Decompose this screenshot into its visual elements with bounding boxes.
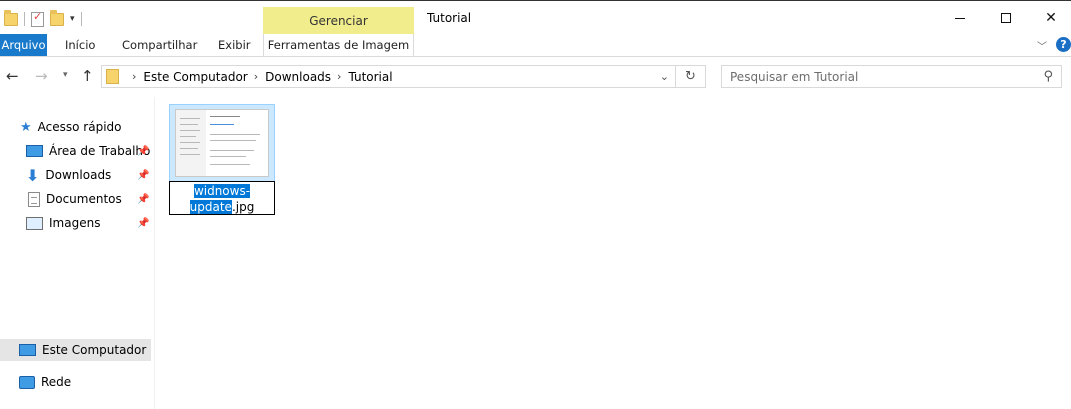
recent-locations-icon[interactable]: ▾ [63, 70, 68, 80]
window-title: Tutorial [427, 11, 472, 25]
refresh-icon: ↻ [685, 69, 696, 84]
search-input[interactable]: Pesquisar em Tutorial ⚲ [721, 65, 1062, 88]
download-arrow-icon: ⬇ [26, 165, 40, 185]
navigation-pane: ★ Acesso rápido Área de Trabalho 📌 ⬇ Dow… [0, 97, 155, 409]
desktop-icon [26, 145, 43, 157]
navigation-bar: ← → ▾ ↑ › Este Computador › Downloads › … [0, 57, 1071, 97]
filename-selected: update [189, 200, 232, 214]
sidebar-item-this-pc[interactable]: Este Computador [0, 339, 151, 361]
close-button[interactable]: ✕ [1028, 5, 1071, 31]
pin-icon: 📌 [137, 218, 150, 229]
breadcrumb: › Este Computador › Downloads › Tutorial [126, 66, 393, 87]
sidebar-item-pictures[interactable]: Imagens [26, 212, 100, 234]
help-icon[interactable]: ? [1056, 37, 1071, 52]
sidebar-item-label: Imagens [49, 216, 101, 230]
sidebar-item-label: Documentos [46, 192, 122, 206]
search-placeholder: Pesquisar em Tutorial [730, 70, 859, 84]
toolbar-separator [80, 12, 82, 26]
sidebar-item-label: Downloads [45, 168, 112, 182]
close-icon: ✕ [1045, 10, 1057, 26]
image-thumbnail[interactable] [169, 104, 275, 182]
ribbon-tabs: Arquivo Início Compartilhar Exibir Ferra… [0, 34, 1071, 57]
sidebar-item-network[interactable]: Rede [19, 371, 71, 393]
filename-line1: widnows- [193, 184, 251, 198]
pin-icon: 📌 [137, 194, 150, 205]
breadcrumb-this-pc[interactable]: Este Computador [143, 70, 247, 84]
star-icon: ★ [20, 119, 32, 135]
sidebar-item-label: Rede [41, 375, 72, 389]
sidebar-item-label: Este Computador [42, 343, 147, 357]
toolbar-separator [24, 12, 25, 26]
tab-file[interactable]: Arquivo [0, 34, 47, 56]
search-icon: ⚲ [1043, 69, 1053, 84]
minimize-icon [955, 17, 965, 19]
chevron-right-icon: › [132, 70, 137, 83]
rename-field[interactable]: widnows- update.jpg [169, 181, 275, 215]
chevron-down-icon[interactable]: ⌄ [660, 70, 669, 83]
sidebar-item-quick-access[interactable]: ★ Acesso rápido [20, 116, 122, 138]
new-folder-icon[interactable] [50, 9, 64, 26]
tab-view[interactable]: Exibir [218, 34, 251, 56]
file-item[interactable]: widnows- update.jpg [169, 104, 275, 216]
expand-ribbon-icon[interactable]: ﹀ [1037, 38, 1047, 53]
sidebar-item-downloads[interactable]: ⬇ Downloads [26, 164, 111, 186]
back-arrow-icon[interactable]: ← [6, 67, 19, 85]
maximize-icon [1001, 13, 1011, 23]
sidebar-item-documents[interactable]: Documentos [28, 188, 122, 210]
breadcrumb-downloads[interactable]: Downloads [265, 70, 331, 84]
up-arrow-icon[interactable]: ↑ [81, 67, 94, 85]
address-bar[interactable]: › Este Computador › Downloads › Tutorial… [101, 65, 676, 88]
sidebar-item-desktop[interactable]: Área de Trabalho [26, 140, 155, 162]
thumbnail-preview [175, 109, 269, 177]
tab-share[interactable]: Compartilhar [122, 34, 197, 56]
folder-icon [106, 69, 119, 84]
chevron-right-icon[interactable]: › [254, 70, 258, 83]
tab-home[interactable]: Início [65, 34, 95, 56]
title-bar: ▾ Gerenciar Tutorial ✕ [0, 0, 1071, 35]
refresh-button[interactable]: ↻ [676, 65, 706, 88]
maximize-button[interactable] [983, 5, 1029, 31]
computer-icon [19, 344, 36, 356]
folder-icon [4, 9, 18, 26]
sidebar-item-label: Área de Trabalho [49, 144, 151, 158]
tab-picture-tools[interactable]: Ferramentas de Imagem [263, 34, 414, 56]
chevron-right-icon[interactable]: › [337, 70, 341, 83]
quick-access-toolbar: ▾ [4, 9, 82, 29]
picture-icon [26, 216, 43, 230]
minimize-button[interactable] [937, 5, 983, 31]
customize-toolbar-icon[interactable]: ▾ [70, 14, 75, 24]
document-icon [28, 191, 40, 207]
forward-arrow-icon[interactable]: → [35, 67, 48, 85]
breadcrumb-tutorial[interactable]: Tutorial [348, 70, 392, 84]
properties-icon[interactable] [31, 10, 44, 27]
network-icon [19, 375, 35, 389]
pin-icon: 📌 [137, 146, 150, 157]
pin-icon: 📌 [137, 170, 150, 181]
file-list[interactable]: widnows- update.jpg [155, 97, 1071, 409]
filename-extension: .jpg [231, 200, 255, 214]
context-tab-group-label: Gerenciar [263, 7, 414, 35]
sidebar-item-label: Acesso rápido [37, 120, 122, 134]
